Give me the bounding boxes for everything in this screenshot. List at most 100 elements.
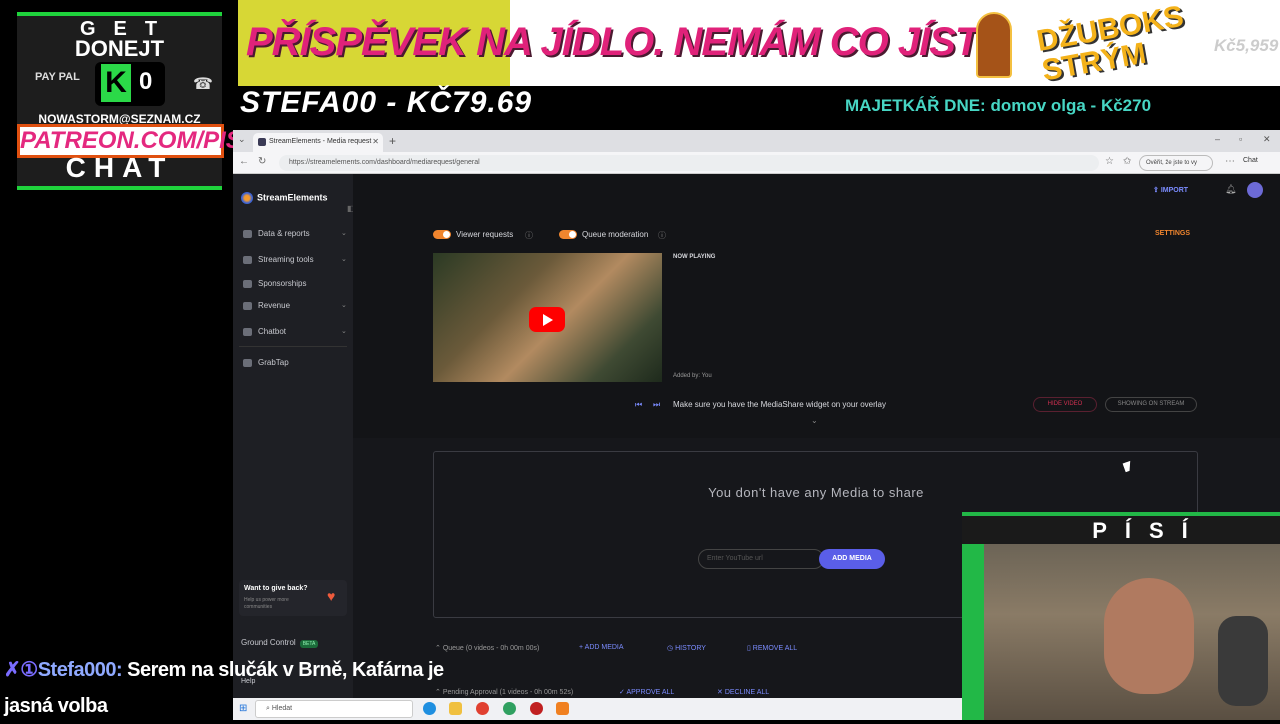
chevron-down-icon: ⌄ [341, 328, 347, 335]
sidebar-item-label: Data & reports [258, 229, 310, 238]
url-input[interactable]: https://streamelements.com/dashboard/med… [279, 155, 1099, 171]
paypal-logo: PAY PAL [35, 71, 80, 83]
chevron-down-icon[interactable]: ⌄ [811, 416, 818, 425]
revenue-icon [243, 301, 252, 310]
play-icon[interactable] [529, 307, 565, 332]
kick-count: 0 [139, 68, 153, 95]
history-label: HISTORY [675, 645, 706, 652]
hide-video-button[interactable]: HIDE VIDEO [1033, 397, 1097, 412]
minimize-icon[interactable]: – [1215, 134, 1220, 144]
queue-moderation-label: Queue moderation [582, 230, 649, 239]
kick-counter: K 0 [95, 62, 165, 106]
sidebar-item-revenue[interactable]: Revenue ⌄ [243, 301, 347, 310]
settings-link[interactable]: SETTINGS [1155, 230, 1190, 237]
overlay-message: Make sure you have the MediaShare widget… [673, 400, 887, 409]
sidebar-item-grabtap[interactable]: GrabTap [243, 358, 289, 367]
sidebar-item-label: Sponsorships [258, 279, 307, 288]
chevron-down-icon: ⌄ [341, 302, 347, 309]
obs-icon[interactable] [530, 702, 543, 715]
close-window-icon[interactable]: ✕ [1263, 134, 1271, 145]
history-button[interactable]: ◷ HISTORY [667, 644, 706, 652]
give-back-subtitle: Help us power more communities [244, 597, 289, 610]
chatbot-icon [243, 327, 252, 336]
remove-all-button[interactable]: ▯ REMOVE ALL [747, 644, 797, 652]
close-tab-icon[interactable]: ✕ [372, 137, 379, 146]
ground-control-link[interactable]: Ground Control BETA [241, 638, 319, 648]
donation-banner: PŘÍSPĚVEK NA JÍDLO. NEMÁM CO JÍST. DŽUBO… [238, 0, 1280, 88]
showing-on-stream-button[interactable]: SHOWING ON STREAM [1105, 397, 1197, 412]
chat-username: Stefa000: [37, 659, 123, 681]
empty-media-message: You don't have any Media to share [708, 485, 924, 500]
chrome-alt-icon[interactable] [503, 702, 516, 715]
chat-button[interactable]: Chat [1243, 157, 1258, 164]
sidebar: StreamElements ◧ Data & reports ⌄ Streami… [233, 174, 355, 698]
chat-message: ✗①Stefa000: Serem na slučák v Brně, Kafá… [4, 652, 464, 724]
sidebar-item-chatbot[interactable]: Chatbot ⌄ [243, 327, 347, 336]
chevron-down-icon: ⌄ [341, 230, 347, 237]
skip-back-icon[interactable]: ⏮ [635, 400, 642, 410]
info-icon[interactable]: ⓘ [658, 230, 666, 241]
webcam-video [984, 544, 1280, 720]
webcam-frame: PÍSÍ [962, 512, 1280, 720]
phone-icon: ☎ [193, 76, 213, 93]
sidebar-item-sponsorships[interactable]: Sponsorships [243, 279, 306, 288]
queue-add-media-label: ADD MEDIA [584, 644, 624, 651]
viewer-requests-label: Viewer requests [456, 230, 514, 239]
brand-name: StreamElements [257, 192, 328, 203]
maximize-icon[interactable]: ▫ [1239, 134, 1242, 144]
webcam-label: PÍSÍ [1092, 518, 1206, 543]
reload-icon[interactable]: ↻ [258, 156, 266, 167]
favorites-icon[interactable]: ✩ [1123, 156, 1131, 167]
tab-list-icon[interactable]: ⌄ [238, 134, 246, 145]
microphone [1218, 616, 1268, 706]
viewer-requests-toggle[interactable] [433, 230, 451, 239]
sidebar-item-streaming-tools[interactable]: Streaming tools ⌄ [243, 255, 347, 264]
approve-all-button[interactable]: ✓ APPROVE ALL [619, 688, 674, 696]
streamer-face [1104, 578, 1194, 694]
youtube-url-input[interactable]: Enter YouTube url [698, 549, 824, 569]
ground-control-label: Ground Control [241, 638, 296, 647]
grabtap-icon [243, 358, 252, 367]
decline-all-button[interactable]: ✕ DECLINE ALL [717, 688, 769, 696]
give-back-card[interactable]: Want to give back? Help us power more co… [239, 580, 347, 616]
tab-media-request[interactable]: StreamElements - Media request ✕ [253, 133, 383, 152]
more-icon[interactable]: ⋯ [1225, 156, 1235, 167]
avatar[interactable] [1247, 182, 1263, 198]
streamelements-logo-icon [241, 192, 253, 204]
banner-amount: Kč5,959 [1214, 36, 1279, 55]
beta-badge: BETA [299, 640, 319, 648]
add-media-button[interactable]: ADD MEDIA [819, 549, 885, 569]
queue-add-media-button[interactable]: + ADD MEDIA [579, 644, 624, 651]
sidebar-item-data-reports[interactable]: Data & reports ⌄ [243, 229, 347, 238]
chart-icon [243, 229, 252, 238]
banner-message: PŘÍSPĚVEK NA JÍDLO. NEMÁM CO JÍST. [246, 20, 986, 64]
queue-label-text: Queue (0 videos - 0h 00m 00s) [442, 645, 540, 652]
tab-bar: ⌄ StreamElements - Media request ✕ + – ▫… [233, 130, 1280, 152]
tab-title: StreamElements - Media request [269, 138, 372, 145]
brand-logo[interactable]: StreamElements [241, 192, 328, 204]
top-donor: STEFA00 - KČ79.69 [240, 86, 533, 119]
majetkar-label: MAJETKÁŘ DNE: domov olga - Kč270 [845, 96, 1152, 115]
profile-button[interactable]: Ověřit, že jste to vy [1139, 155, 1213, 171]
vlc-icon[interactable] [556, 702, 569, 715]
bookmark-star-icon[interactable]: ☆ [1105, 156, 1114, 167]
new-tab-icon[interactable]: + [389, 134, 396, 148]
import-button[interactable]: ⇪ IMPORT [1153, 186, 1188, 194]
bell-icon[interactable]: 🔔︎ [1225, 184, 1236, 195]
back-icon[interactable]: ← [239, 156, 249, 167]
approve-all-label: APPROVE ALL [626, 689, 675, 696]
chat-label: CHAT [65, 152, 174, 183]
donate-title: DONEJT [74, 36, 165, 61]
chat-badges: ✗① [4, 659, 38, 681]
import-label: IMPORT [1160, 187, 1189, 194]
queue-moderation-toggle[interactable] [559, 230, 577, 239]
sidebar-item-label: Revenue [258, 301, 291, 310]
chrome-icon[interactable] [476, 702, 489, 715]
jukebox-icon [976, 12, 1012, 78]
queue-label[interactable]: ⌃ Queue (0 videos - 0h 00m 00s) [435, 644, 539, 652]
now-playing-label: NOW PLAYING [673, 254, 716, 260]
remove-all-label: REMOVE ALL [752, 645, 798, 652]
video-player[interactable] [433, 253, 662, 382]
skip-forward-icon[interactable]: ⏭ [653, 400, 660, 410]
info-icon[interactable]: ⓘ [525, 230, 533, 241]
